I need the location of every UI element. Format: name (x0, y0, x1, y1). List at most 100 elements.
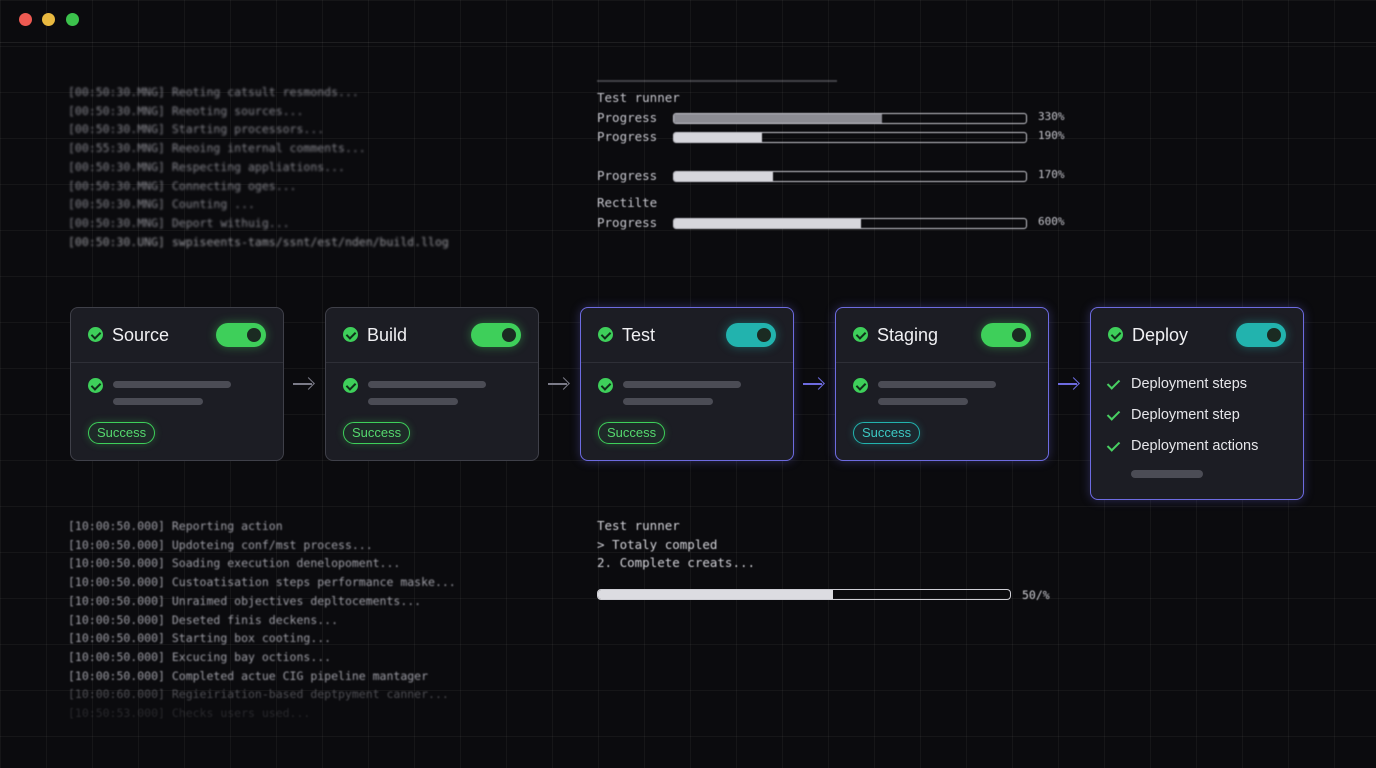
log-line: [00:50:30.MNG] Starting processors... (68, 122, 325, 137)
log-line: [10:00:50.000] Excucing bay octions... (68, 649, 332, 664)
stage-header: Test (581, 308, 793, 363)
stage-title: Deploy (1132, 325, 1189, 345)
close-window-button[interactable] (19, 13, 32, 26)
stage-header: Build (326, 308, 538, 363)
deploy-step-label: Deployment step (1131, 407, 1240, 423)
stage-card-deploy[interactable]: Deploy Deployment steps Deployment step … (1090, 307, 1304, 500)
log-line: [00:50:30.MNG] Connecting oges... (68, 178, 297, 193)
log-line: [10:00:50.000] Soading execution denelop… (68, 556, 401, 571)
progress-bar (673, 113, 1027, 124)
stage-header: Deploy (1091, 308, 1303, 363)
log-line: [10:00:50.000] Unraimed objectives deplt… (68, 593, 422, 608)
deploy-step-label: Deployment steps (1131, 376, 1248, 392)
progress-row: Progress 170% (597, 168, 1077, 186)
status-badge: Success (598, 422, 666, 444)
stage-title: Staging (877, 325, 939, 345)
log-line: [10:00:50.000] Custoatisation steps perf… (68, 575, 456, 590)
progress-label: Progress (597, 215, 658, 230)
toggle-knob (247, 328, 261, 342)
checkmark-icon (1106, 407, 1121, 421)
toggle-knob (1267, 328, 1281, 342)
stage-toggle[interactable] (981, 323, 1031, 347)
toggle-knob (757, 328, 771, 342)
overall-progress-percent: 50/% (1022, 588, 1050, 602)
output-line: > Totaly compled (597, 536, 718, 552)
stage-toggle[interactable] (471, 323, 521, 347)
maximize-window-button[interactable] (66, 13, 79, 26)
blurred-header (597, 80, 837, 82)
toggle-knob (502, 328, 516, 342)
check-circle-icon (598, 327, 613, 342)
progress-percent: 330% (1038, 110, 1065, 123)
progress-percent: 190% (1038, 129, 1065, 142)
log-line: [10:50:53.000] Checks users used... (68, 706, 311, 721)
build-log-top: [00:50:30.MNG] Reoting catsult resmonds.… (68, 83, 449, 251)
log-line: [10:00:50.000] Completed actue CIG pipel… (68, 668, 429, 683)
status-badge: Success (343, 422, 411, 444)
placeholder-line (878, 398, 968, 405)
log-line: [00:50:30.MNG] Counting ... (68, 197, 255, 212)
progress-bar (673, 218, 1027, 229)
stage-card-staging[interactable]: Staging Success (835, 307, 1049, 461)
log-line: [10:00:60.000] Regieiriation-based deptp… (68, 687, 449, 702)
stage-toggle[interactable] (726, 323, 776, 347)
output-line: Test runner (597, 518, 680, 533)
stage-card-test[interactable]: Test Success (580, 307, 794, 461)
placeholder-line (878, 381, 996, 388)
check-circle-icon (343, 378, 358, 393)
deploy-step-label: Deployment actions (1131, 438, 1259, 454)
progress-row: Progress 330% (597, 110, 1077, 128)
test-runner-title: Test runner (597, 90, 680, 105)
log-line: [00:50:30.UNG] swpiseents-tams/ssnt/est/… (68, 234, 449, 249)
placeholder-line (113, 381, 231, 388)
arrow-right-icon (1058, 376, 1080, 392)
placeholder-line (1131, 470, 1203, 478)
check-circle-icon (598, 378, 613, 393)
progress-row: Progress 190% (597, 129, 1077, 147)
stage-title: Source (112, 325, 170, 345)
stage-title: Build (367, 325, 408, 345)
log-line: [10:00:50.000] Deseted finis deckens... (68, 612, 339, 627)
deploy-step: Deployment steps (1106, 376, 1298, 396)
toggle-knob (1012, 328, 1026, 342)
stage-header: Source (71, 308, 283, 363)
stage-header: Staging (836, 308, 1048, 363)
arrow-right-icon (803, 376, 825, 392)
progress-row: Progress 600% (597, 215, 1077, 233)
section-label: Rectilte (597, 195, 658, 210)
progress-label: Progress (597, 168, 658, 183)
check-circle-icon (88, 327, 103, 342)
log-line: [10:00:50.000] Reporting action (68, 519, 283, 533)
arrow-right-icon (548, 376, 570, 392)
progress-bar (673, 171, 1027, 182)
stage-title: Test (622, 325, 656, 345)
stage-toggle[interactable] (1236, 323, 1286, 347)
check-circle-icon (343, 327, 358, 342)
progress-label: Progress (597, 110, 658, 125)
log-line: [00:50:30.MNG] Respecting appliations... (68, 159, 345, 174)
placeholder-line (368, 381, 486, 388)
progress-bar (673, 132, 1027, 143)
stage-card-source[interactable]: Source Success (70, 307, 284, 461)
checkmark-icon (1106, 438, 1121, 452)
placeholder-line (623, 398, 713, 405)
placeholder-line (368, 398, 458, 405)
deploy-step: Deployment actions (1106, 438, 1298, 458)
log-line: [00:50:30.MNG] Deport withuig... (68, 215, 290, 230)
checkmark-icon (1106, 376, 1121, 390)
output-line: 2. Complete creats... (597, 555, 756, 571)
log-line: [10:00:50.000] Updoteing conf/mst proces… (68, 537, 373, 552)
deploy-step: Deployment step (1106, 407, 1298, 427)
placeholder-line (623, 381, 741, 388)
stage-card-build[interactable]: Build Success (325, 307, 539, 461)
build-log-bottom: [10:00:50.000] Reporting action [10:00:5… (68, 517, 456, 723)
log-line: [00:50:30.MNG] Reoting catsult resmonds.… (68, 85, 359, 99)
check-circle-icon (853, 378, 868, 393)
status-badge: Success (88, 422, 156, 444)
stage-toggle[interactable] (216, 323, 266, 347)
check-circle-icon (853, 327, 868, 342)
minimize-window-button[interactable] (42, 13, 55, 26)
check-circle-icon (88, 378, 103, 393)
status-badge: Success (853, 422, 921, 444)
overall-progress-bar (597, 589, 1011, 600)
